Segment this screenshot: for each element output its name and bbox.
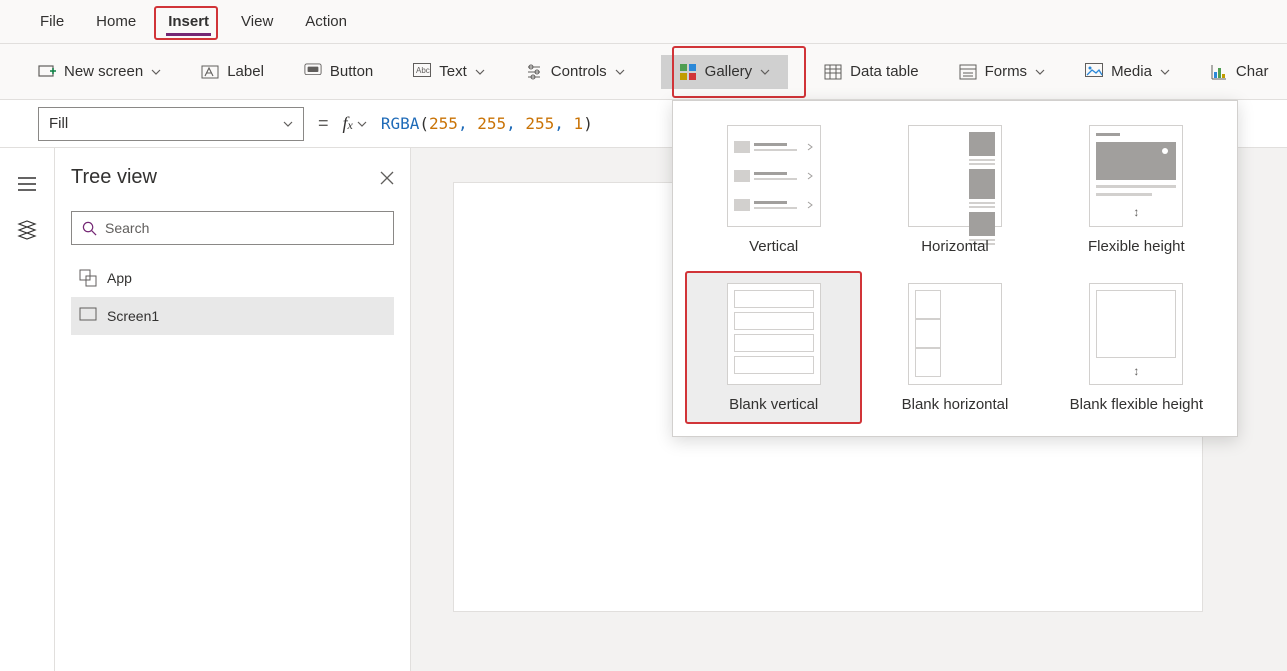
chevron-down-icon xyxy=(475,67,485,77)
gallery-option-label: Blank vertical xyxy=(729,395,818,415)
chevron-down-icon xyxy=(357,119,367,129)
tree-view-panel: Tree view Search App Screen1 xyxy=(55,148,411,671)
text-button[interactable]: Abc Text xyxy=(409,57,489,87)
media-icon xyxy=(1085,63,1103,81)
chevron-down-icon xyxy=(615,67,625,77)
label-label: Label xyxy=(227,63,264,80)
tree-item-screen1[interactable]: Screen1 xyxy=(71,297,394,335)
gallery-option-label: Vertical xyxy=(749,237,798,257)
property-name: Fill xyxy=(49,115,68,132)
search-icon xyxy=(82,221,97,236)
menu-view[interactable]: View xyxy=(239,7,275,36)
screen-icon xyxy=(79,307,97,325)
chevron-down-icon xyxy=(1035,67,1045,77)
data-table-label: Data table xyxy=(850,63,918,80)
new-screen-label: New screen xyxy=(64,63,143,80)
new-screen-button[interactable]: New screen xyxy=(34,57,165,87)
data-table-button[interactable]: Data table xyxy=(820,57,922,87)
gallery-thumb xyxy=(727,125,821,227)
chevron-down-icon xyxy=(151,67,161,77)
equals-sign: = xyxy=(318,113,329,134)
chart-icon xyxy=(1210,63,1228,81)
hamburger-icon[interactable] xyxy=(17,176,37,192)
controls-button[interactable]: Controls xyxy=(521,57,629,87)
gallery-thumb: ↕ xyxy=(1089,283,1183,385)
new-screen-icon xyxy=(38,63,56,81)
text-label: Text xyxy=(439,63,467,80)
sidebar-rail xyxy=(0,148,55,671)
gallery-option-blank-vertical[interactable]: Blank vertical xyxy=(687,273,860,423)
data-table-icon xyxy=(824,63,842,81)
tree-view-icon[interactable] xyxy=(17,220,37,236)
app-icon xyxy=(79,269,97,287)
menu-home[interactable]: Home xyxy=(94,7,138,36)
gallery-label: Gallery xyxy=(705,63,753,80)
chevron-down-icon xyxy=(760,67,770,77)
gallery-thumb: ↕ xyxy=(1089,125,1183,227)
controls-label: Controls xyxy=(551,63,607,80)
button-label: Button xyxy=(330,63,373,80)
menubar: File Home Insert View Action xyxy=(0,0,1287,44)
gallery-thumb xyxy=(727,283,821,385)
fx-button[interactable]: fx xyxy=(343,113,367,134)
tree-item-app[interactable]: App xyxy=(71,259,394,297)
label-icon xyxy=(201,63,219,81)
gallery-option-label: Blank flexible height xyxy=(1070,395,1203,415)
button-button[interactable]: Button xyxy=(300,57,377,87)
media-label: Media xyxy=(1111,63,1152,80)
button-icon xyxy=(304,63,322,81)
tree-item-label: App xyxy=(107,270,132,286)
svg-text:Abc: Abc xyxy=(416,66,430,75)
menu-insert[interactable]: Insert xyxy=(166,7,211,36)
controls-icon xyxy=(525,63,543,81)
gallery-option-label: Flexible height xyxy=(1088,237,1185,257)
search-placeholder: Search xyxy=(105,220,149,236)
gallery-button[interactable]: Gallery xyxy=(661,55,789,89)
menu-file[interactable]: File xyxy=(38,7,66,36)
tree-view-title: Tree view xyxy=(71,166,157,189)
forms-button[interactable]: Forms xyxy=(955,57,1050,87)
gallery-option-flexible-height[interactable]: ↕ Flexible height xyxy=(1050,115,1223,265)
forms-label: Forms xyxy=(985,63,1028,80)
gallery-dropdown: Vertical Horizontal ↕ Flexible height Bl… xyxy=(672,100,1238,437)
tree-item-label: Screen1 xyxy=(107,308,159,324)
gallery-thumb xyxy=(908,125,1002,227)
gallery-option-blank-flexible-height[interactable]: ↕ Blank flexible height xyxy=(1050,273,1223,423)
formula-input[interactable]: RGBA(255, 255, 255, 1) xyxy=(381,114,593,133)
gallery-option-vertical[interactable]: Vertical xyxy=(687,115,860,265)
gallery-icon xyxy=(679,63,697,81)
ribbon: New screen Label Button Abc Text Control… xyxy=(0,44,1287,100)
formula-func: RGBA xyxy=(381,114,420,133)
charts-label: Char xyxy=(1236,63,1269,80)
gallery-option-label: Horizontal xyxy=(921,237,989,257)
forms-icon xyxy=(959,63,977,81)
chevron-down-icon xyxy=(283,119,293,129)
search-input[interactable]: Search xyxy=(71,211,394,245)
media-button[interactable]: Media xyxy=(1081,57,1174,87)
menu-action[interactable]: Action xyxy=(303,7,349,36)
charts-button[interactable]: Char xyxy=(1206,57,1273,87)
gallery-option-horizontal[interactable]: Horizontal xyxy=(868,115,1041,265)
text-icon: Abc xyxy=(413,63,431,81)
gallery-thumb xyxy=(908,283,1002,385)
gallery-option-blank-horizontal[interactable]: Blank horizontal xyxy=(868,273,1041,423)
gallery-option-label: Blank horizontal xyxy=(902,395,1009,415)
close-icon[interactable] xyxy=(380,171,394,185)
property-selector[interactable]: Fill xyxy=(38,107,304,141)
chevron-down-icon xyxy=(1160,67,1170,77)
label-button[interactable]: Label xyxy=(197,57,268,87)
